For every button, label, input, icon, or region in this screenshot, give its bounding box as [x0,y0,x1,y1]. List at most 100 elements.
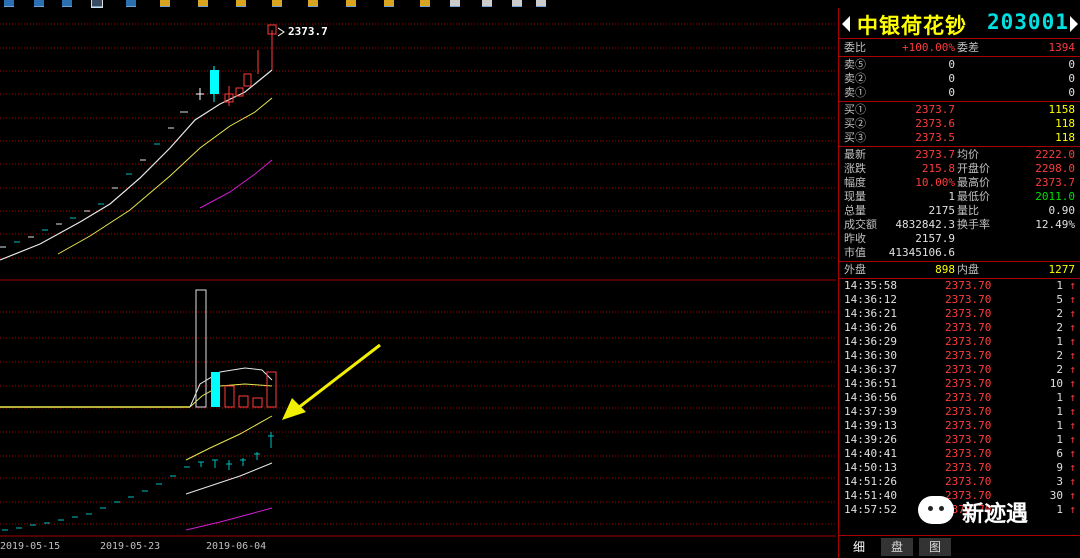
indicator-ticks [2,432,274,531]
toolbar-icon-6[interactable] [160,0,170,7]
tick-vol: 9 [1056,461,1063,474]
tick-time: 14:36:37 [844,363,897,376]
inner-label: 内盘 [957,263,979,276]
buy-label: 买③ [844,131,866,144]
sell-row-2[interactable]: 卖② 0 0 [839,72,1080,86]
candle-2 [210,66,219,102]
toolbar-icon-4[interactable] [91,0,103,8]
tick-vol: 1 [1056,391,1063,404]
stat-value: 1 [948,190,955,203]
toolbar-icon-12[interactable] [384,0,394,7]
toolbar-icon-14[interactable] [450,0,460,7]
candles-small [0,111,188,248]
outer-label: 外盘 [844,263,866,276]
volume-bar-3 [224,385,235,408]
volume-ma-white [189,367,273,408]
sell-vol: 0 [1068,72,1075,85]
tick-row: 14:39:26 2373.70 1 ↑ [839,433,1080,447]
tick-price: 2373.70 [945,447,992,460]
prev-stock-icon[interactable] [842,16,850,32]
watermark: 新迹遇 [918,496,1068,527]
ma-line-white [0,69,273,261]
buy-row-3[interactable]: 买③ 2373.5 118 [839,131,1080,145]
stat-row-range: 幅度 10.00% 最高价 2373.7 [839,176,1080,190]
stat-label: 现量 [844,190,866,203]
up-arrow-icon: ↑ [1069,461,1076,474]
stat-row-market-cap: 市值 41345106.6 [839,246,1080,260]
toolbar-icon-11[interactable] [346,0,356,7]
tick-time: 14:40:41 [844,447,897,460]
buy-vol: 1158 [1048,103,1076,116]
next-stock-icon[interactable] [1070,16,1078,32]
up-arrow-icon: ↑ [1069,433,1076,446]
toolbar-icon-15[interactable] [482,0,492,7]
toolbar-icon-5[interactable] [126,0,136,7]
up-arrow-icon: ↑ [1069,293,1076,306]
up-arrow-icon: ↑ [1069,489,1076,502]
candle-7 [267,24,277,70]
toolbar-icon-10[interactable] [308,0,318,7]
toolbar [0,0,580,8]
toolbar-icon-9[interactable] [272,0,282,7]
tick-time: 14:35:58 [844,279,897,292]
toolbar-icon-1[interactable] [4,0,14,7]
stat-label: 总量 [844,204,866,217]
sell-row-1[interactable]: 卖① 0 0 [839,86,1080,100]
buy-label: 买② [844,117,866,130]
sell-vol: 0 [1068,58,1075,71]
tick-vol: 2 [1056,307,1063,320]
buy-row-1[interactable]: 买① 2373.7 1158 [839,103,1080,117]
tick-time: 14:36:56 [844,391,897,404]
up-arrow-icon: ↑ [1069,307,1076,320]
watermark-text: 新迹遇 [962,502,1029,527]
toolbar-icon-7[interactable] [198,0,208,7]
weibi-label: 委比 [844,41,866,54]
tick-row: 14:36:12 2373.70 5 ↑ [839,293,1080,307]
tick-price: 2373.70 [945,335,992,348]
toolbar-icon-16[interactable] [512,0,522,7]
stat-value: 12.49% [1035,218,1075,231]
tick-price: 2373.70 [945,419,992,432]
divider [839,101,1080,102]
tick-time: 14:50:13 [844,461,897,474]
stat-label: 最高价 [957,176,990,189]
stock-name: 中银荷花钞 [857,13,967,38]
tab-detail[interactable]: 细 [843,538,875,556]
toolbar-icon-3[interactable] [62,0,72,7]
tick-vol: 10 [1049,377,1063,390]
tab-orderbook[interactable]: 盘 [881,538,913,556]
stat-value: 2298.0 [1035,162,1075,175]
toolbar-icon-8[interactable] [236,0,246,7]
tick-price: 2373.70 [945,377,992,390]
stat-value: 2373.7 [1035,176,1075,189]
stat-value: 0.90 [1048,204,1076,217]
ma-line-yellow [57,97,273,255]
up-arrow-icon: ↑ [1069,475,1076,488]
tick-price: 2373.70 [945,321,992,334]
buy-price: 2373.6 [915,117,955,130]
sell-row-5[interactable]: 卖⑤ 0 0 [839,58,1080,72]
tick-price: 2373.70 [945,433,992,446]
tick-row: 14:36:21 2373.70 2 ↑ [839,307,1080,321]
toolbar-icon-13[interactable] [420,0,430,7]
stat-value: 2157.9 [915,232,955,245]
stat-label: 昨收 [844,232,866,245]
tick-vol: 2 [1056,349,1063,362]
tick-time: 14:36:26 [844,321,897,334]
up-arrow-icon: ↑ [1069,503,1076,516]
buy-price: 2373.7 [915,103,955,116]
toolbar-icon-2[interactable] [34,0,44,7]
stat-label: 幅度 [844,176,866,189]
tick-vol: 2 [1056,363,1063,376]
wechat-icon [918,496,954,524]
buy-row-2[interactable]: 买② 2373.6 118 [839,117,1080,131]
outer-inner-row: 外盘 898 内盘 1277 [839,263,1080,277]
kline-chart[interactable]: 2373.7 2019-05-15 2019-05-23 2019-06-04 [0,8,838,558]
tab-chart[interactable]: 图 [919,538,951,556]
toolbar-icon-17[interactable] [536,0,546,7]
stat-label: 均价 [957,148,979,161]
buy-price: 2373.5 [915,131,955,144]
up-arrow-icon: ↑ [1069,419,1076,432]
price-label-pointer [277,27,285,37]
tick-time: 14:36:29 [844,335,897,348]
